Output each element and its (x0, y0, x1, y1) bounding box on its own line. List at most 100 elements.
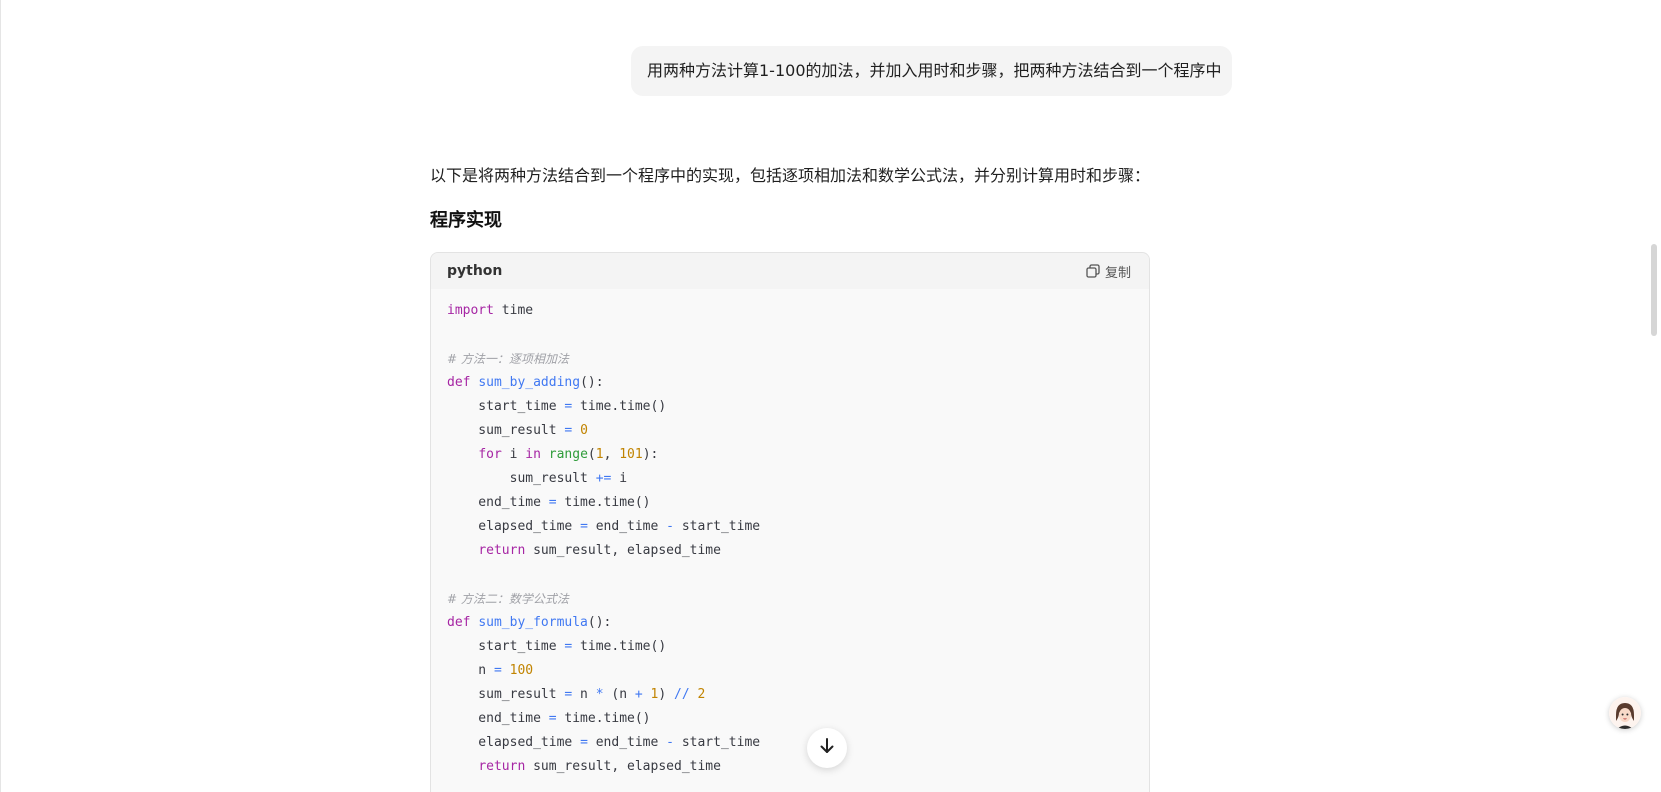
code-token: (): (587, 615, 612, 630)
code-token: n (572, 687, 596, 702)
code-line: for i in range(1, 101): (447, 443, 1133, 467)
code-token: start_time (447, 639, 565, 654)
code-token: = (548, 711, 557, 726)
section-heading: 程序实现 (430, 210, 502, 231)
code-token: time.time() (556, 495, 651, 510)
left-border (0, 0, 1, 792)
code-token: end_time (447, 495, 549, 510)
copy-label: 复制 (1104, 265, 1131, 281)
code-token: , (603, 447, 620, 462)
code-token: 0 (580, 423, 588, 438)
code-token: time.time() (572, 639, 667, 654)
code-line: start_time = time.time() (447, 395, 1133, 419)
code-token: 2 (697, 687, 706, 702)
code-token: = (548, 495, 557, 510)
code-token: = (493, 663, 502, 678)
code-token: sum_by_formula (478, 615, 588, 630)
code-token: time.time() (572, 399, 667, 414)
code-line: return sum_result, elapsed_time (447, 755, 1133, 779)
code-line: elapsed_time = end_time - start_time (447, 731, 1133, 755)
code-block-header: python 复制 (431, 253, 1149, 289)
code-token: * (595, 687, 604, 702)
code-line: return sum_result, elapsed_time (447, 539, 1133, 563)
code-token: 1 (595, 447, 604, 462)
code-line: start_time = time.time() (447, 635, 1133, 659)
assistant-avatar-button[interactable] (1609, 697, 1641, 729)
code-token: ( (587, 447, 596, 462)
code-line: # 方法二：数学公式法 (447, 587, 1133, 611)
code-token: += (595, 471, 612, 486)
code-token: end_time (447, 711, 549, 726)
code-line: import time (447, 299, 1133, 323)
code-token: start_time (674, 519, 761, 534)
code-token: elapsed_time (447, 735, 581, 750)
code-token: ): (642, 447, 659, 462)
code-line: end_time = time.time() (447, 707, 1133, 731)
code-language-label: python (447, 263, 503, 279)
code-token: # 方法二：数学公式法 (447, 592, 569, 606)
code-token: n (447, 663, 494, 678)
code-line: sum_result = n * (n + 1) // 2 (447, 683, 1133, 707)
chat-page: 用两种方法计算1-100的加法，并加入用时和步骤，把两种方法结合到一个程序中 以… (0, 0, 1661, 792)
code-token: - (666, 735, 674, 750)
code-token: (n (603, 687, 635, 702)
code-token: range (548, 447, 588, 462)
code-token: for (478, 447, 502, 462)
code-line: sum_result += i (447, 467, 1133, 491)
code-token: sum_result (447, 423, 565, 438)
code-block: python 复制 import time # 方法一：逐项相加法 def sum_… (430, 252, 1150, 792)
code-token: sum_result (447, 687, 565, 702)
code-token: in (525, 447, 541, 462)
code-token: return (478, 759, 526, 774)
code-token: import (447, 303, 494, 318)
assistant-answer-intro: 以下是将两种方法结合到一个程序中的实现，包括逐项相加法和数学公式法，并分别计算用… (430, 166, 1151, 185)
code-line: def sum_by_formula(): (447, 611, 1133, 635)
code-token: def (447, 375, 471, 390)
code-content: import time # 方法一：逐项相加法 def sum_by_adding(… (431, 289, 1149, 779)
code-token: (): (580, 375, 604, 390)
code-line: def sum_by_adding(): (447, 371, 1133, 395)
code-line: # 方法一：逐项相加法 (447, 347, 1133, 371)
code-token: ) (658, 687, 674, 702)
user-message-bubble: 用两种方法计算1-100的加法，并加入用时和步骤，把两种方法结合到一个程序中 (631, 46, 1232, 96)
code-token: = (580, 519, 588, 534)
code-token: - (666, 519, 674, 534)
code-token: return (478, 543, 526, 558)
code-token: start_time (674, 735, 761, 750)
assistant-avatar-icon (1609, 697, 1641, 729)
code-token: def (447, 615, 471, 630)
code-token: time.time() (556, 711, 651, 726)
arrow-down-icon (818, 737, 836, 759)
code-token: end_time (587, 519, 667, 534)
code-token: # 方法一：逐项相加法 (447, 352, 569, 366)
code-token: = (580, 735, 588, 750)
code-token: 100 (509, 663, 534, 678)
code-token: sum_result, elapsed_time (525, 759, 721, 774)
code-line: end_time = time.time() (447, 491, 1133, 515)
code-token: // (674, 687, 690, 702)
copy-code-button[interactable]: 复制 (1086, 253, 1131, 289)
code-token: i (611, 471, 628, 486)
code-line: sum_result = 0 (447, 419, 1133, 443)
code-token: 101 (619, 447, 643, 462)
code-token: time (493, 303, 534, 318)
code-line: n = 100 (447, 659, 1133, 683)
code-line: elapsed_time = end_time - start_time (447, 515, 1133, 539)
code-token: start_time (447, 399, 565, 414)
copy-icon (1086, 264, 1100, 278)
code-token: end_time (587, 735, 667, 750)
code-token: sum_by_adding (478, 375, 581, 390)
page-scrollbar[interactable] (1651, 244, 1657, 336)
scroll-to-bottom-button[interactable] (807, 728, 847, 768)
code-token: i (501, 447, 526, 462)
code-token: sum_result (447, 471, 596, 486)
code-token: sum_result, elapsed_time (525, 543, 721, 558)
